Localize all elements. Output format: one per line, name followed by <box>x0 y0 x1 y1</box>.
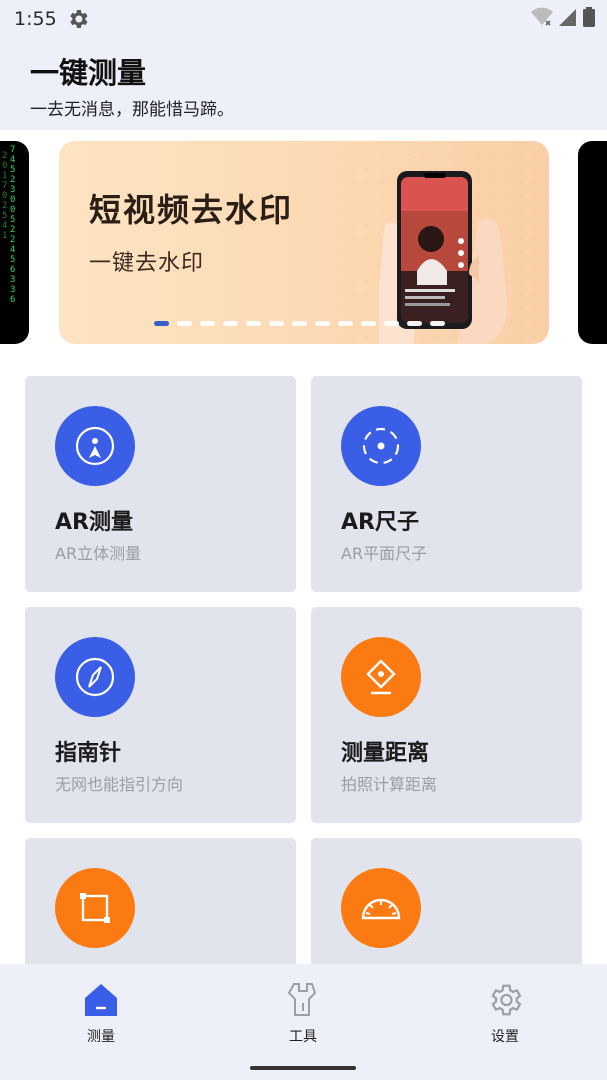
carousel-dot[interactable] <box>315 321 330 326</box>
compass-icon <box>55 637 135 717</box>
banner-subtitle: 一键去水印 <box>89 251 205 276</box>
nav-label: 设置 <box>491 1029 519 1045</box>
status-bar: 1:55 <box>0 0 607 38</box>
battery-icon <box>583 7 595 31</box>
status-icons <box>531 7 595 31</box>
tool-grid: AR测量 AR立体测量 AR尺子 AR平面尺子 指南针 无网也能指引方向 测量距… <box>25 376 582 1054</box>
carousel-dot[interactable] <box>177 321 192 326</box>
tools-wrench-icon <box>283 980 323 1020</box>
card-title: 指南针 <box>55 741 122 766</box>
card-compass[interactable]: 指南针 无网也能指引方向 <box>25 607 296 823</box>
card-subtitle: AR立体测量 <box>55 544 142 563</box>
matrix-text-dim: 2 0 1 7 0 2 5 4 1 <box>2 151 8 241</box>
settings-gear-icon <box>485 980 525 1020</box>
settings-gear-icon <box>66 7 90 31</box>
carousel-dot[interactable] <box>407 321 422 326</box>
page-title: 一键测量 <box>30 56 147 90</box>
ar-measure-icon <box>55 406 135 486</box>
home-indicator <box>250 1066 356 1070</box>
carousel-dot[interactable] <box>223 321 238 326</box>
distance-icon <box>341 637 421 717</box>
phone-illustration <box>374 161 519 344</box>
carousel-dot[interactable] <box>292 321 307 326</box>
carousel-dot[interactable] <box>200 321 215 326</box>
card-title: AR测量 <box>55 510 133 535</box>
banner-title: 短视频去水印 <box>89 191 294 229</box>
card-subtitle: AR平面尺子 <box>341 544 428 563</box>
carousel-dot[interactable] <box>154 321 169 326</box>
card-title: AR尺子 <box>341 510 419 535</box>
carousel-dot[interactable] <box>246 321 261 326</box>
protractor-icon <box>341 868 421 948</box>
carousel-dot[interactable] <box>430 321 445 326</box>
nav-tab-measure[interactable]: 测量 <box>41 980 161 1050</box>
banner-carousel[interactable]: 7 4 5 2 3 0 0 5 2 2 4 5 6 3 3 6 2 0 1 7 … <box>0 140 607 346</box>
status-time: 1:55 <box>14 8 57 30</box>
nav-label: 工具 <box>289 1029 317 1045</box>
card-subtitle: 无网也能指引方向 <box>55 775 184 794</box>
carousel-next-slide[interactable] <box>578 141 607 344</box>
frame-icon <box>55 868 135 948</box>
card-subtitle: 拍照计算距离 <box>341 775 438 794</box>
signal-icon <box>559 7 577 31</box>
page-subtitle: 一去无消息，那能惜马蹄。 <box>30 100 234 120</box>
nav-tab-tools[interactable]: 工具 <box>243 980 363 1050</box>
banner-slide-watermark[interactable]: 短视频去水印 一键去水印 <box>59 141 549 344</box>
header-area: 1:55 一键测量 一去无消息，那能惜马蹄。 <box>0 0 607 130</box>
bottom-nav: 测量 工具 设置 <box>0 964 607 1080</box>
nav-tab-settings[interactable]: 设置 <box>445 980 565 1050</box>
wifi-icon <box>531 7 553 31</box>
card-ar-measure[interactable]: AR测量 AR立体测量 <box>25 376 296 592</box>
matrix-text: 7 4 5 2 3 0 0 5 2 2 4 5 6 3 3 6 <box>10 145 16 305</box>
carousel-dot[interactable] <box>361 321 376 326</box>
nav-label: 测量 <box>87 1029 115 1045</box>
card-title: 测量距离 <box>341 741 430 766</box>
carousel-dot[interactable] <box>338 321 353 326</box>
home-measure-icon <box>81 980 121 1020</box>
carousel-dot[interactable] <box>384 321 399 326</box>
carousel-dot[interactable] <box>269 321 284 326</box>
carousel-dots[interactable] <box>154 321 445 326</box>
carousel-prev-slide[interactable]: 7 4 5 2 3 0 0 5 2 2 4 5 6 3 3 6 2 0 1 7 … <box>0 141 29 344</box>
card-distance[interactable]: 测量距离 拍照计算距离 <box>311 607 582 823</box>
card-ar-ruler[interactable]: AR尺子 AR平面尺子 <box>311 376 582 592</box>
ar-ruler-icon <box>341 406 421 486</box>
